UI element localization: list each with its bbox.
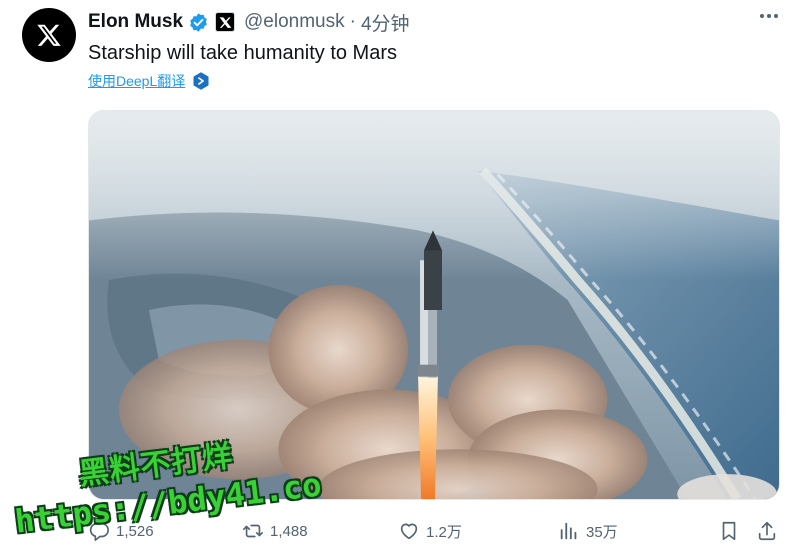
author-handle[interactable]: @elonmusk xyxy=(244,11,345,33)
more-options-icon[interactable] xyxy=(760,14,778,18)
separator-dot: · xyxy=(349,11,356,32)
tweet-text: Starship will take humanity to Mars xyxy=(88,42,398,64)
reply-count: 1,526 xyxy=(116,522,154,540)
bookmark-button[interactable] xyxy=(718,514,740,548)
share-icon xyxy=(758,521,776,541)
retweet-button[interactable]: 1,488 xyxy=(242,514,308,548)
tweet-media-photo[interactable] xyxy=(88,110,780,500)
share-button[interactable] xyxy=(756,514,778,548)
x-logo-icon xyxy=(37,24,61,46)
x-affiliate-badge-icon xyxy=(215,12,236,32)
translate-link[interactable]: 使用DeepL翻译 xyxy=(88,71,185,91)
views-button[interactable]: 35万 xyxy=(558,514,618,548)
deepl-icon[interactable] xyxy=(191,71,211,91)
reply-icon xyxy=(89,522,109,541)
reply-button[interactable]: 1,526 xyxy=(88,514,154,548)
translate-row: 使用DeepL翻译 xyxy=(88,71,211,91)
action-bar: 1,526 1,488 1.2万 35万 xyxy=(88,514,780,548)
verified-badge-icon xyxy=(188,12,209,33)
retweet-count: 1,488 xyxy=(270,522,308,540)
like-count: 1.2万 xyxy=(426,523,462,541)
views-count: 35万 xyxy=(586,523,618,541)
heart-icon xyxy=(400,523,418,540)
like-button[interactable]: 1.2万 xyxy=(398,514,462,548)
author-name[interactable]: Elon Musk xyxy=(88,11,183,33)
views-chart-icon xyxy=(560,522,577,540)
retweet-icon xyxy=(243,524,263,538)
tweet-header: Elon Musk @elonmusk · 4分钟 xyxy=(88,8,410,36)
tweet-card: Elon Musk @elonmusk · 4分钟 Starship will … xyxy=(0,0,800,556)
tweet-timestamp[interactable]: 4分钟 xyxy=(361,9,410,36)
avatar[interactable] xyxy=(22,8,76,62)
bookmark-icon xyxy=(722,521,736,541)
